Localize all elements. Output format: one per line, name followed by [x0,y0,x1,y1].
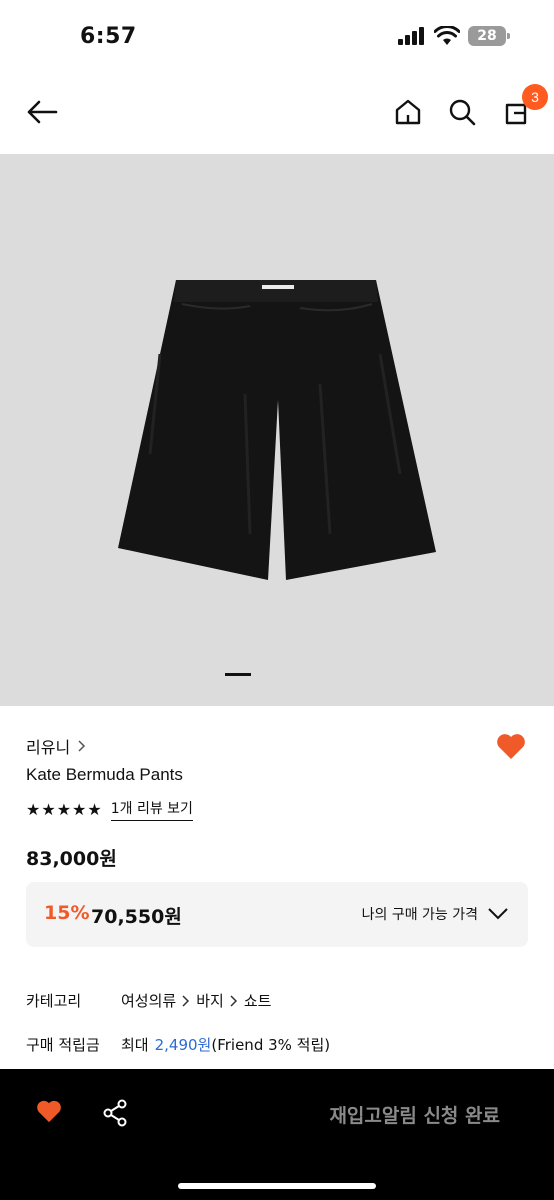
back-button[interactable] [24,94,60,130]
points-row: 구매 적립금 최대 2,490원 (Friend 3% 적립) [26,1034,330,1055]
discount-price-box[interactable]: 15% 70,550원 나의 구매 가능 가격 [26,882,528,947]
points-amount: 2,490원 [154,1036,212,1054]
battery-indicator: 28 [468,26,510,46]
cart-button[interactable]: 3 [498,84,548,130]
review-link[interactable]: 1개 리뷰 보기 [110,798,193,821]
restock-alert-button[interactable]: 재입고알림 신청 완료 [329,1101,500,1128]
chevron-right-icon [78,740,86,752]
home-button[interactable] [390,94,426,130]
carousel-indicator [225,673,251,676]
star-rating: ★★★★★ [26,800,103,819]
search-button[interactable] [444,94,480,130]
points-suffix: (Friend 3% 적립) [211,1036,331,1054]
category-item[interactable]: 여성의류 [121,990,176,1011]
bottom-wishlist-button[interactable] [36,1099,62,1127]
chevron-down-icon [488,908,508,920]
share-button[interactable] [102,1099,128,1131]
home-indicator [178,1183,376,1189]
chevron-right-icon [182,994,190,1007]
cart-count-badge: 3 [522,84,548,110]
top-navigation: 3 [0,72,554,154]
points-label: 구매 적립금 [26,1036,100,1054]
search-icon [449,99,476,126]
category-item[interactable]: 바지 [196,990,224,1011]
product-name: Kate Bermuda Pants [26,765,183,784]
share-icon [103,1099,127,1127]
status-time: 6:57 [80,24,137,49]
product-photo-shorts [118,280,436,580]
chevron-right-icon [230,994,237,1007]
my-price-label: 나의 구매 가능 가격 [361,907,478,923]
category-label: 카테고리 [26,992,82,1010]
heart-icon [37,1100,61,1123]
points-value: 최대 2,490원 (Friend 3% 적립) [121,1034,330,1055]
brand-name: 리유니 [26,738,71,757]
product-image-carousel[interactable] [0,154,554,706]
wifi-icon [434,26,460,45]
heart-icon [497,734,525,759]
discount-percent: 15% [44,902,90,924]
points-prefix: 최대 [121,1036,149,1054]
status-bar: 6:57 28 [0,0,554,70]
signal-icon [398,27,424,45]
category-item[interactable]: 쇼트 [244,990,272,1011]
back-arrow-icon [27,100,58,124]
my-price-toggle[interactable]: 나의 구매 가능 가격 [362,904,508,924]
rating-row: ★★★★★ 1개 리뷰 보기 [26,798,193,821]
wishlist-button[interactable] [496,732,526,764]
bottom-action-bar: 재입고알림 신청 완료 [0,1069,554,1200]
category-row: 카테고리 여성의류 바지 쇼트 [26,990,271,1011]
brand-link[interactable]: 리유니 [26,734,86,758]
status-icons: 28 [398,26,510,46]
home-icon [395,99,421,125]
original-price: 83,000원 [26,848,117,870]
category-breadcrumb: 여성의류 바지 쇼트 [121,990,271,1011]
discount-price: 70,550원 [91,906,182,928]
